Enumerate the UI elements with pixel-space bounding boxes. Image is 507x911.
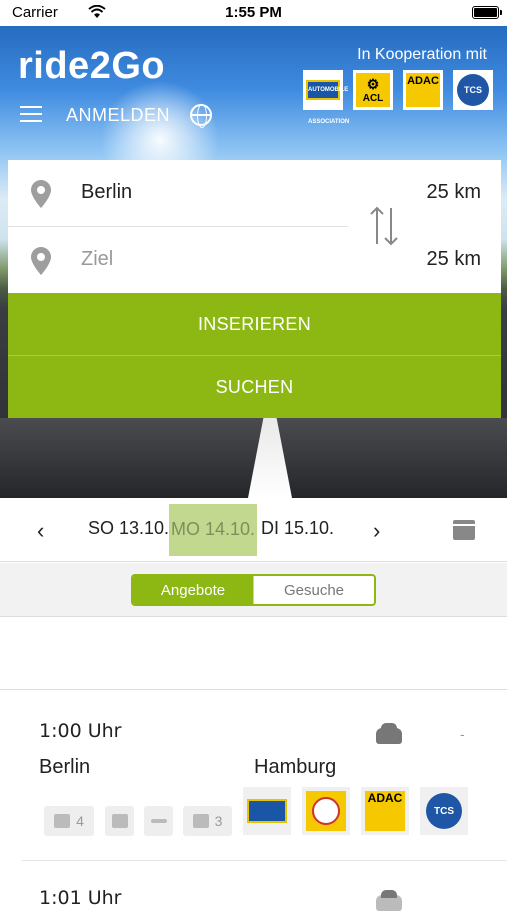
acl-logo: ⚙ ACL <box>353 70 393 110</box>
tab-requests[interactable]: Gesuche <box>253 576 374 604</box>
ride-time: 1:01 Uhr <box>39 887 122 909</box>
ride-list-item[interactable]: 1:00 Uhr - Berlin Hamburg 4 3 ADAC TCS <box>0 690 507 860</box>
date-current[interactable]: MO 14.10. <box>169 504 258 556</box>
tab-bar: Angebote Gesuche <box>0 563 507 617</box>
app-logo: ride2Go <box>18 45 166 87</box>
tab-offers[interactable]: Angebote <box>133 576 253 604</box>
seats-count: 3 <box>214 813 223 829</box>
people-icon <box>192 814 209 828</box>
calendar-icon <box>111 814 128 828</box>
ride-origin: Berlin <box>39 756 91 778</box>
tcs-badge: TCS <box>420 787 468 835</box>
likes-count: 4 <box>76 813 84 829</box>
insert-button[interactable]: INSERIEREN <box>8 293 501 355</box>
destination-input[interactable]: Ziel <box>81 248 113 271</box>
search-button[interactable]: SUCHEN <box>8 356 501 418</box>
calendar-feature <box>105 806 134 836</box>
partner-logos: AUTOMOBILE CLUB ASSOCIATION ⚙ ACL ADAC TC… <box>303 70 493 125</box>
car-icon <box>376 723 402 744</box>
ride-price: - <box>460 726 465 742</box>
status-bar: Carrier 1:55 PM <box>0 0 507 26</box>
ride-time: 1:00 Uhr <box>39 720 122 742</box>
thumbs-up-icon <box>54 814 71 828</box>
no-smoking-feature <box>144 806 173 836</box>
destination-radius[interactable]: 25 km <box>427 248 481 271</box>
login-link[interactable]: ANMELDEN <box>66 105 170 126</box>
likes-feature: 4 <box>44 806 94 836</box>
search-card: Berlin 25 km Ziel 25 km INSERIEREN SUCHE… <box>8 160 501 418</box>
cooperation-label: In Kooperation mit <box>357 46 487 63</box>
prev-day-chevron-icon[interactable]: ‹ <box>37 518 44 544</box>
ride-list-item[interactable]: 1:01 Uhr <box>0 861 507 911</box>
seats-feature: 3 <box>183 806 232 836</box>
globe-icon[interactable] <box>190 104 212 128</box>
battery-icon <box>472 6 502 19</box>
origin-row[interactable]: Berlin 25 km <box>8 160 501 226</box>
date-prev[interactable]: SO 13.10. <box>88 518 169 539</box>
date-selector: ‹ SO 13.10. MO 14.10. DI 15.10. › <box>0 498 507 562</box>
origin-input[interactable]: Berlin <box>81 181 132 204</box>
origin-radius[interactable]: 25 km <box>427 181 481 204</box>
car-icon <box>376 890 402 911</box>
tcs-logo: TCS <box>453 70 493 110</box>
adac-logo: ADAC <box>403 70 443 110</box>
hamburger-menu-icon[interactable] <box>20 106 42 122</box>
aca-badge <box>243 787 291 835</box>
location-pin-icon <box>31 247 51 275</box>
destination-row[interactable]: Ziel 25 km <box>8 227 501 293</box>
segmented-control: Angebote Gesuche <box>131 574 376 606</box>
no-smoking-icon <box>150 819 167 823</box>
calendar-icon[interactable] <box>453 520 475 540</box>
adac-badge: ADAC <box>361 787 409 835</box>
acl-badge <box>302 787 350 835</box>
clock: 1:55 PM <box>225 4 282 21</box>
ride-destination: Hamburg <box>254 756 337 778</box>
location-pin-icon <box>31 180 51 208</box>
aca-logo: AUTOMOBILE CLUB ASSOCIATION <box>303 70 349 125</box>
next-day-chevron-icon[interactable]: › <box>373 518 380 544</box>
date-next[interactable]: DI 15.10. <box>261 518 334 539</box>
